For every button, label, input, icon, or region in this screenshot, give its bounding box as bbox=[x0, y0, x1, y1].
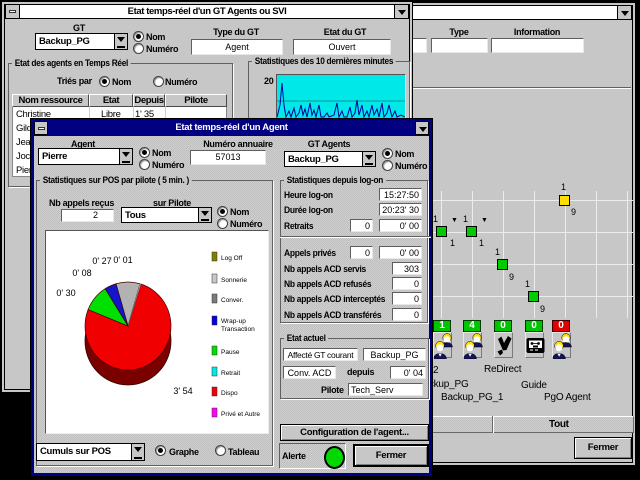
svg-text:Conver.: Conver. bbox=[221, 297, 244, 304]
svg-text:0' 08: 0' 08 bbox=[72, 268, 91, 278]
svg-text:Log Off: Log Off bbox=[221, 255, 242, 262]
svg-text:3' 54: 3' 54 bbox=[173, 386, 192, 396]
svg-text:0' 30: 0' 30 bbox=[56, 288, 75, 298]
svg-text:Dispo: Dispo bbox=[221, 390, 238, 397]
svg-text:Privé et Autre: Privé et Autre bbox=[221, 411, 260, 418]
svg-text:Transaction: Transaction bbox=[221, 326, 255, 333]
svg-text:Sonnerie: Sonnerie bbox=[221, 277, 247, 284]
svg-text:Pause: Pause bbox=[221, 349, 240, 356]
svg-text:0' 27: 0' 27 bbox=[92, 256, 111, 266]
svg-text:Wrap-up: Wrap-up bbox=[221, 318, 246, 325]
svg-text:Retrait: Retrait bbox=[221, 370, 240, 377]
svg-text:0' 01: 0' 01 bbox=[113, 255, 132, 265]
